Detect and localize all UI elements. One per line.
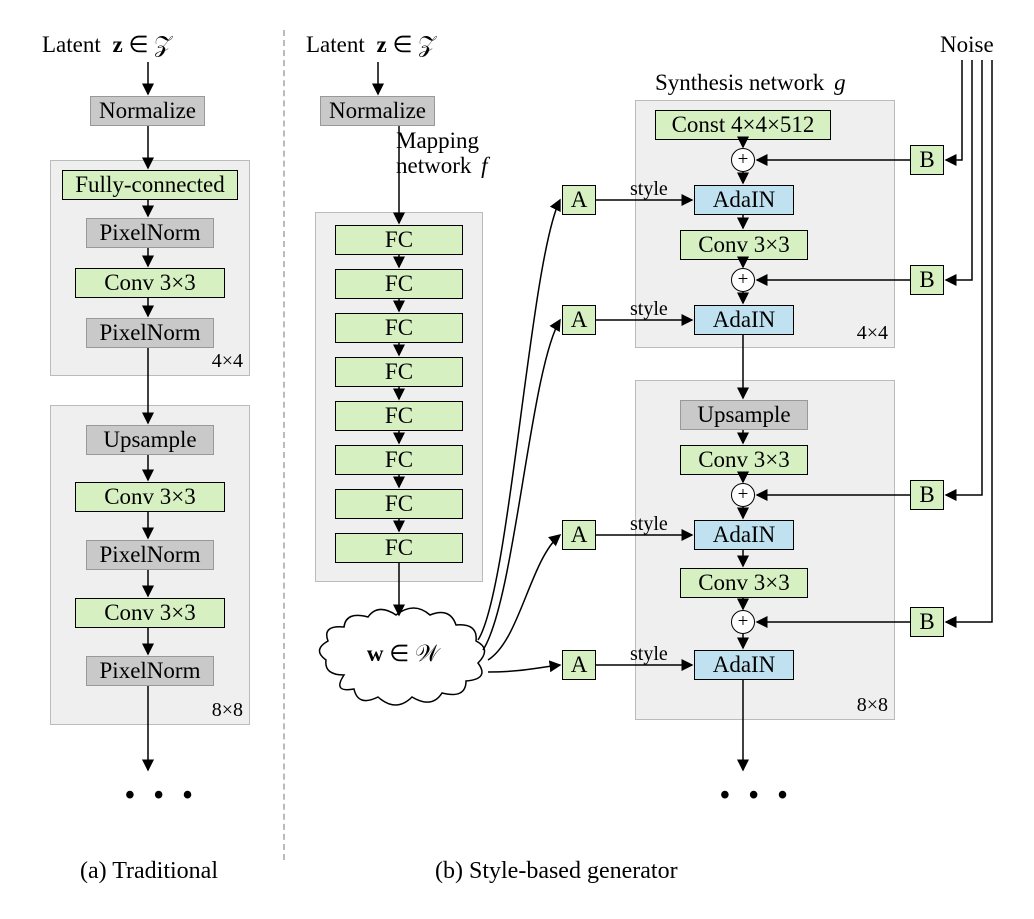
mapping-f: f [477,153,487,178]
style-tag-2: style [630,298,668,321]
style-tag-1: style [630,178,668,201]
trad-pn-2: PixelNorm [86,318,214,348]
B-2: B [910,265,944,295]
plus-4: + [731,610,755,634]
B-1: B [910,145,944,175]
mapping-label: Mapping network f [396,128,488,179]
A-3: A [562,520,596,550]
conv-b2: Conv 3×3 [680,445,808,475]
trad-pn-3: PixelNorm [86,540,214,570]
plus-3: + [731,483,755,507]
trad-conv-1: Conv 3×3 [75,268,225,298]
noise-label: Noise [940,32,994,58]
conv-b3: Conv 3×3 [680,568,808,598]
caption-a: (a) Traditional [80,858,218,885]
panel-label-4x4-a: 4×4 [212,350,243,373]
A-2: A [562,305,596,335]
panel-label-4x4-b: 4×4 [857,322,888,345]
caption-b: (b) Style-based generator [435,858,678,885]
latent-label-b: Latent z ∈ 𝒵 [306,32,436,58]
trad-conv-2: Conv 3×3 [75,482,225,512]
panel-label-8x8-a: 8×8 [212,699,243,722]
trad-fc: Fully-connected [62,170,238,200]
trad-upsample: Upsample [86,425,214,455]
trad-conv-3: Conv 3×3 [75,598,225,628]
latent-word-b: Latent [306,32,365,57]
adain-2: AdaIN [694,305,794,335]
trad-dots: • • • [125,780,198,812]
A-1: A [562,185,596,215]
conv-b1: Conv 3×3 [680,230,808,260]
const-block: Const 4×4×512 [655,110,831,140]
fc-2: FC [335,269,463,299]
w-math: w ∈ 𝒲 [314,641,492,667]
synth-text: Synthesis network [655,70,824,95]
adain-4: AdaIN [694,650,794,680]
fc-7: FC [335,489,463,519]
synth-label: Synthesis network g [655,70,846,96]
latent-math-b: z ∈ 𝒵 [371,32,436,57]
mapping-word2: network [396,153,471,178]
style-tag-3: style [630,513,668,536]
fc-5: FC [335,401,463,431]
fc-6: FC [335,445,463,475]
w-cloud: w ∈ 𝒲 [314,605,492,715]
latent-label-a: Latent z ∈ 𝒵 [42,32,172,58]
trad-pn-4: PixelNorm [86,656,214,686]
plus-1: + [731,148,755,172]
trad-normalize: Normalize [90,96,205,126]
synth-dots: • • • [720,780,793,812]
style-normalize: Normalize [320,96,435,126]
fc-1: FC [335,225,463,255]
trad-pn-1: PixelNorm [86,218,214,248]
adain-3: AdaIN [694,520,794,550]
style-tag-4: style [630,643,668,666]
B-4: B [910,607,944,637]
panel-label-8x8-b: 8×8 [857,694,888,717]
fc-4: FC [335,357,463,387]
column-separator [283,30,285,860]
latent-word: Latent [42,32,101,57]
latent-math-a: z ∈ 𝒵 [107,32,172,57]
fc-3: FC [335,313,463,343]
fc-8: FC [335,533,463,563]
plus-2: + [731,268,755,292]
A-4: A [562,650,596,680]
mapping-word1: Mapping [396,128,479,153]
adain-1: AdaIN [694,185,794,215]
mapping-panel [315,212,483,582]
synth-g: g [830,70,846,95]
B-3: B [910,480,944,510]
upsample-b: Upsample [680,400,808,430]
